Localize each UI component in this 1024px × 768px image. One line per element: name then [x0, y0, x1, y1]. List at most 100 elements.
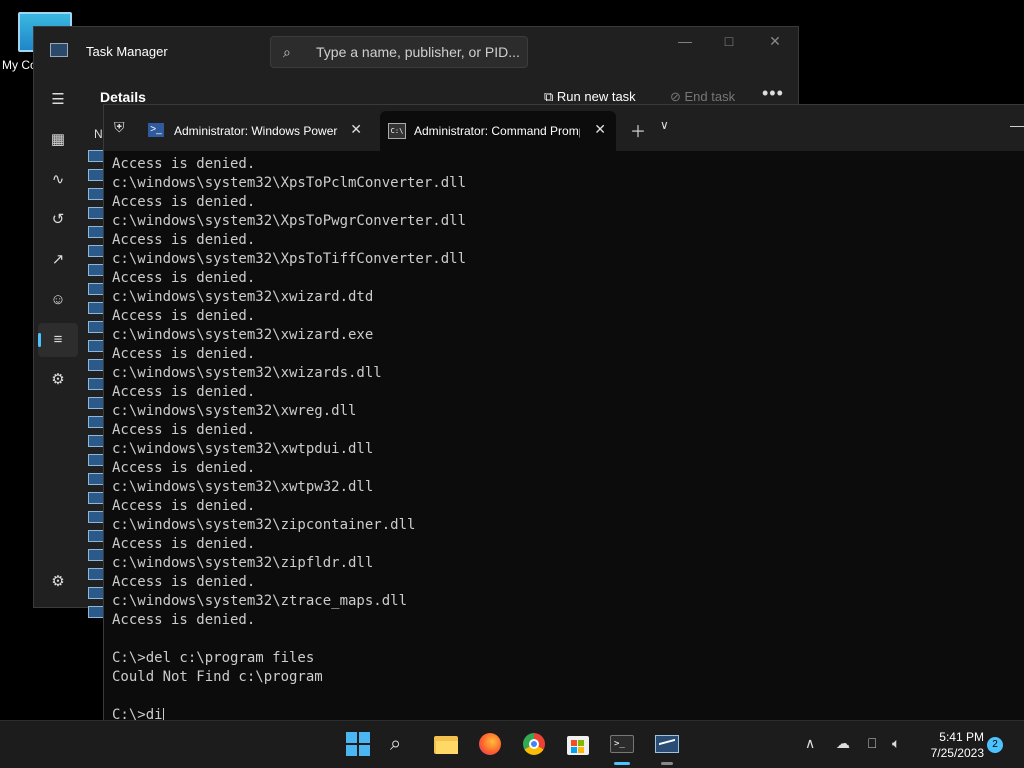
task-manager-sidebar: ☰ ▦ ∿ ↺ ↗ ☺ ≡ ⚙ ⚙	[34, 75, 82, 607]
close-tab-icon[interactable]: ✕	[594, 121, 606, 138]
console-line: Access is denied.	[112, 270, 256, 286]
console-line: Could Not Find c:\program	[112, 669, 323, 685]
process-row-icon[interactable]	[88, 378, 104, 390]
clock-time: 5:41 PM	[939, 730, 984, 744]
text-cursor	[162, 707, 164, 720]
console-line: c:\windows\system32\XpsToTiffConverter.d…	[112, 251, 467, 267]
process-row-icon[interactable]	[88, 606, 104, 618]
microsoft-store-icon[interactable]	[566, 732, 590, 756]
powershell-icon: >_	[148, 123, 164, 137]
process-row-icon[interactable]	[88, 473, 104, 485]
windows-logo-pane	[346, 745, 357, 756]
more-options-icon[interactable]: •••	[762, 83, 784, 104]
console-line: Access is denied.	[112, 498, 256, 514]
windows-terminal-icon[interactable]: >_	[610, 732, 634, 765]
process-row-icon[interactable]	[88, 549, 104, 561]
console-line: c:\windows\system32\zipcontainer.dll	[112, 517, 416, 533]
chrome-icon[interactable]	[522, 732, 546, 756]
windows-logo-icon	[346, 732, 357, 743]
console-line: c:\windows\system32\xwreg.dll	[112, 403, 357, 419]
task-manager-icon	[50, 43, 68, 57]
windows-logo-pane	[359, 732, 370, 743]
process-row-icon[interactable]	[88, 359, 104, 371]
folder-front	[436, 741, 458, 754]
chevron-up-icon[interactable]: ∧	[805, 735, 815, 752]
hamburger-menu-icon[interactable]: ☰	[38, 83, 78, 117]
chrome-logo	[523, 733, 545, 755]
tab-powershell[interactable]: >_ Administrator: Windows PowerShell ✕	[140, 111, 372, 151]
console-line: c:\windows\system32\xwizard.exe	[112, 327, 374, 343]
console-line: Access is denied.	[112, 308, 256, 324]
store-logo-green	[578, 740, 584, 746]
process-row-icon[interactable]	[88, 568, 104, 580]
tab-label: Administrator: Windows PowerShell	[174, 124, 338, 138]
start-button[interactable]	[346, 732, 370, 756]
end-task-button[interactable]: ⊘ End task	[670, 89, 735, 105]
store-logo-yellow	[578, 747, 584, 753]
volume-icon[interactable]: 🔈︎	[892, 735, 900, 752]
file-explorer-icon[interactable]	[434, 732, 458, 756]
maximize-button[interactable]: □	[714, 33, 744, 49]
performance-icon[interactable]: ∿	[38, 163, 78, 197]
process-row-icon[interactable]	[88, 226, 104, 238]
run-new-task-button[interactable]: ⧉ Run new task	[544, 89, 636, 105]
process-row-icon[interactable]	[88, 435, 104, 447]
shield-icon: ⛨	[114, 119, 125, 135]
process-row-icon[interactable]	[88, 283, 104, 295]
console-line: c:\windows\system32\xwizards.dll	[112, 365, 382, 381]
console-line: Access is denied.	[112, 346, 256, 362]
process-row-icon[interactable]	[88, 207, 104, 219]
minimize-button[interactable]: —	[1010, 117, 1024, 133]
process-row-icon[interactable]	[88, 454, 104, 466]
search-input[interactable]: ⌕ Type a name, publisher, or PID...	[270, 36, 528, 68]
network-icon[interactable]: ⎕	[868, 735, 876, 752]
onedrive-icon[interactable]: ☁	[836, 735, 850, 752]
store-logo-blue	[571, 747, 577, 753]
process-row-icon[interactable]	[88, 416, 104, 428]
process-row-icon[interactable]	[88, 587, 104, 599]
console-line: Access is denied.	[112, 384, 256, 400]
processes-icon[interactable]: ▦	[38, 123, 78, 157]
close-tab-icon[interactable]: ✕	[350, 121, 362, 138]
process-row-icon[interactable]	[88, 511, 104, 523]
process-row-icon[interactable]	[88, 340, 104, 352]
notification-badge[interactable]: 2	[987, 737, 1003, 753]
process-row-icon[interactable]	[88, 150, 104, 162]
search-icon[interactable]: ⌕	[390, 732, 414, 756]
console-line: Access is denied.	[112, 422, 256, 438]
firefox-logo	[479, 733, 501, 755]
process-row-icon[interactable]	[88, 492, 104, 504]
column-header[interactable]: N	[94, 127, 103, 141]
system-clock[interactable]: 5:41 PM 7/25/2023	[920, 729, 984, 761]
process-row-icon[interactable]	[88, 169, 104, 181]
process-row-icon[interactable]	[88, 321, 104, 333]
process-row-icon[interactable]	[88, 302, 104, 314]
details-icon[interactable]: ≡	[38, 323, 78, 357]
task-manager-taskbar-icon[interactable]	[655, 732, 679, 765]
new-tab-icon[interactable]: ＋	[630, 118, 646, 142]
process-row-icon[interactable]	[88, 245, 104, 257]
run-new-task-label: Run new task	[556, 89, 636, 104]
app-history-icon[interactable]: ↺	[38, 203, 78, 237]
tab-command-prompt[interactable]: C:\ Administrator: Command Prompt ✕	[380, 111, 616, 151]
desktop-icon-label: My Co	[2, 58, 37, 72]
tab-label: Administrator: Command Prompt	[414, 124, 580, 138]
windows-logo-pane	[359, 745, 370, 756]
page-title: Details	[100, 89, 146, 105]
firefox-icon[interactable]	[478, 732, 502, 756]
close-button[interactable]: ✕	[760, 33, 790, 50]
terminal-window: ⛨ >_ Administrator: Windows PowerShell ✕…	[103, 104, 1024, 720]
process-row-icon[interactable]	[88, 188, 104, 200]
users-icon[interactable]: ☺	[38, 283, 78, 317]
startup-apps-icon[interactable]: ↗	[38, 243, 78, 277]
chevron-down-icon[interactable]: ∨	[660, 118, 669, 132]
minimize-button[interactable]: —	[670, 33, 700, 49]
console-line: c:\windows\system32\XpsToPclmConverter.d…	[112, 175, 467, 191]
process-row-icon[interactable]	[88, 397, 104, 409]
process-row-icon[interactable]	[88, 264, 104, 276]
console-output[interactable]: Access is denied. c:\windows\system32\Xp…	[112, 155, 1024, 720]
settings-icon[interactable]: ⚙	[38, 565, 78, 599]
console-line: Access is denied.	[112, 156, 256, 172]
process-row-icon[interactable]	[88, 530, 104, 542]
services-icon[interactable]: ⚙	[38, 363, 78, 397]
